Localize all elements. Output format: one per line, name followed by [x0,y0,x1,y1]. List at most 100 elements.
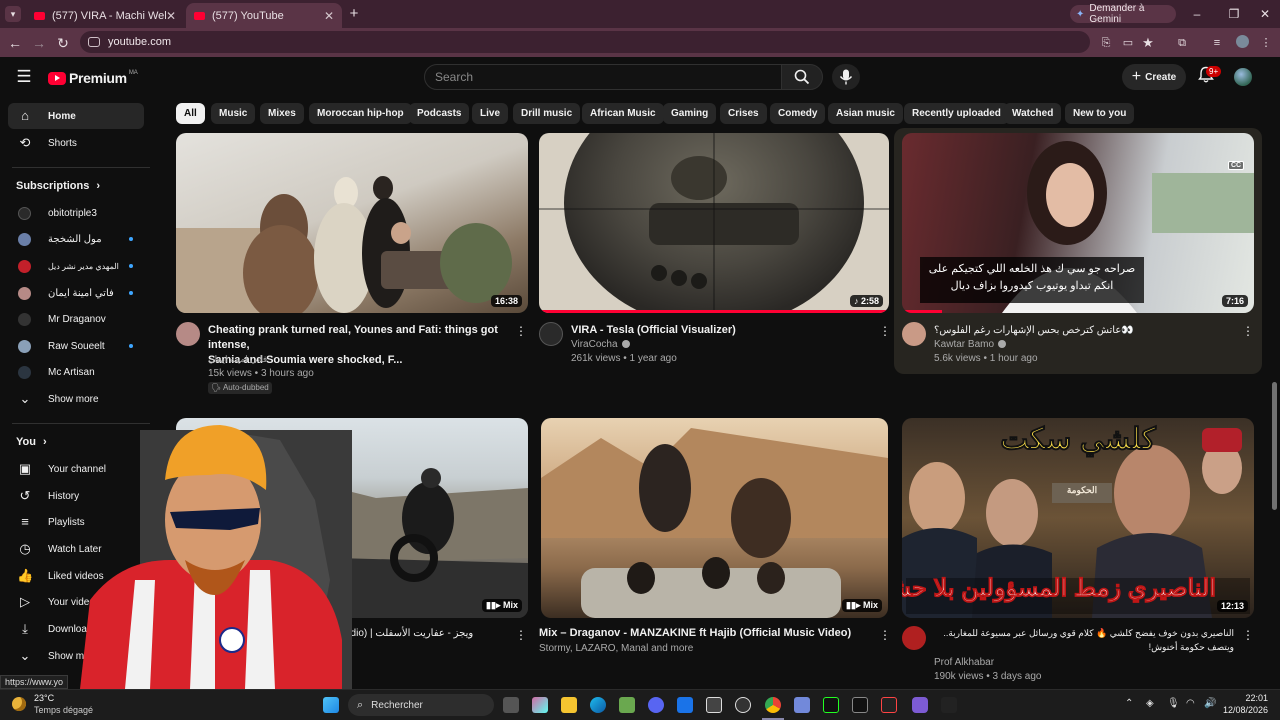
windows-start-icon[interactable] [323,697,339,713]
channel-avatar[interactable] [902,322,926,346]
sidebar-item-subscription[interactable]: مول الشخجة [8,226,144,252]
sidebar-item-subscription[interactable]: Mc Artisan [8,359,144,385]
subscriptions-heading[interactable]: Subscriptions › [16,180,100,192]
hamburger-menu-icon[interactable]: ☰ [14,67,34,87]
video-title[interactable]: Mix – Draganov - MANZAKINE ft Hajib (Off… [539,626,869,641]
gemini-button[interactable]: ✦ Demander à Gemini [1070,3,1176,25]
browser-tab-youtube[interactable]: (577) YouTube ✕ [186,3,342,28]
extensions-icon[interactable]: ⧉ [1174,35,1190,51]
weather-description[interactable]: Temps dégagé [34,705,93,715]
maximize-button[interactable]: ❐ [1224,6,1244,22]
channel-name[interactable]: Kawtar Bamo [934,337,1007,352]
chip-all[interactable]: All [176,103,205,124]
reload-button[interactable]: ↻ [54,34,72,52]
network-icon[interactable]: ◠ [1186,698,1195,709]
clock-date[interactable]: 12/08/2026 [1222,705,1268,715]
channel-name[interactable]: ViraCocha [571,337,630,352]
chip-asian-music[interactable]: Asian music [828,103,903,124]
chip-podcasts[interactable]: Podcasts [409,103,470,124]
translate-icon[interactable]: ⎘ [1098,35,1114,51]
more-actions-icon[interactable]: ⋮ [879,628,891,642]
chip-mixes[interactable]: Mixes [260,103,304,124]
nvidia-icon[interactable] [823,697,839,713]
video-title[interactable]: udio) | ويجز - عفاريت الأسفلت [345,626,525,641]
edge-browser-icon[interactable] [590,697,606,713]
chrome-icon[interactable] [765,697,781,713]
video-title[interactable]: الناصيري بدون خوف يفضح كلشي 🔥 كلام قوي و… [934,626,1234,654]
channel-avatar[interactable] [539,322,563,346]
browser-tab-vira[interactable]: (577) VIRA - Machi Weldi - You ✕ [26,3,184,28]
youtube-premium-logo[interactable]: Premium MA [48,68,138,88]
site-info-icon[interactable] [88,37,100,47]
back-button[interactable]: ← [6,34,24,52]
channel-list[interactable]: Stormy, LAZARO, Manal and more [539,641,693,656]
more-actions-icon[interactable]: ⋮ [1242,324,1254,338]
sidebar-show-more[interactable]: ⌄ Show more [8,386,144,412]
discord-icon[interactable] [648,697,664,713]
more-actions-icon[interactable]: ⋮ [515,628,527,642]
video-title[interactable]: عاتش كترخص بحس الإشهارات رغم الفلوس؟👀 [934,323,1234,338]
task-view-icon[interactable] [503,697,519,713]
copilot-icon[interactable] [532,697,548,713]
chip-drill-music[interactable]: Drill music [513,103,581,124]
tab-list-button[interactable]: ▾ [5,6,21,22]
chip-crises[interactable]: Crises [720,103,767,124]
sidebar-item-shorts[interactable]: ⟲ Shorts [8,130,144,156]
sidebar-item-subscription[interactable]: Raw Soueelt [8,333,144,359]
chip-live[interactable]: Live [472,103,509,124]
more-menu-icon[interactable]: ⋮ [1258,35,1274,51]
minimize-button[interactable]: – [1187,6,1207,22]
account-avatar[interactable] [1234,68,1252,86]
video-thumbnail[interactable]: ▮▮▸ Mix [541,418,888,618]
twitch-icon[interactable] [912,697,928,713]
channel-name[interactable]: Prof Alkhabar [934,655,994,670]
chip-african-music[interactable]: African Music [582,103,664,124]
video-thumbnail[interactable]: كلشي سكت الحكومة الناصيري زمط المسؤولين … [902,418,1254,618]
forward-button[interactable]: → [30,34,48,52]
channel-avatar[interactable] [902,626,926,650]
close-icon[interactable]: ✕ [324,9,334,23]
sidebar-item-home[interactable]: ⌂ Home [8,103,144,129]
app-icon[interactable] [881,697,897,713]
tray-overflow-icon[interactable]: ⌃ [1125,698,1133,709]
channel-avatar[interactable] [176,322,200,346]
screen-capture-icon[interactable] [706,697,722,713]
chip-watched[interactable]: Watched [1004,103,1062,124]
page-scrollbar-thumb[interactable] [1272,382,1277,510]
video-thumbnail[interactable]: صراحه جو سي ك هذ الخلعه اللي كتجيكم على … [902,133,1254,313]
address-bar[interactable]: youtube.com [80,31,1090,53]
sidebar-item-subscription[interactable]: المهدي مدير نشر ديل [8,253,144,279]
create-button[interactable]: + Create [1122,64,1186,90]
new-tab-button[interactable]: + [345,5,363,23]
store-icon[interactable] [619,697,635,713]
cast-icon[interactable]: ▭ [1120,35,1136,51]
chip-gaming[interactable]: Gaming [663,103,717,124]
taskbar-search-box[interactable]: ⌕ Rechercher [348,694,494,716]
more-actions-icon[interactable]: ⋮ [879,324,891,338]
reading-list-icon[interactable]: ≡ [1209,35,1225,51]
game-launcher-icon[interactable] [794,697,810,713]
volume-icon[interactable]: 🔊 [1204,698,1216,709]
channel-name[interactable]: فاتي امينة ايمان [208,352,267,367]
video-thumbnail[interactable]: 16:38 [176,133,528,313]
video-title[interactable]: VIRA - Tesla (Official Visualizer) [571,323,871,338]
chip-comedy[interactable]: Comedy [770,103,826,124]
more-actions-icon[interactable]: ⋮ [1242,628,1254,642]
profile-icon[interactable] [1234,35,1250,51]
video-thumbnail[interactable]: ♪ 2:58 [539,133,889,313]
you-heading[interactable]: You › [16,436,47,448]
bookmark-star-icon[interactable]: ★ [1140,35,1156,51]
weather-temperature[interactable]: 23°C [34,693,54,703]
more-actions-icon[interactable]: ⋮ [515,324,527,338]
search-input[interactable]: Search [424,64,782,90]
mail-icon[interactable] [677,697,693,713]
microphone-icon[interactable]: 🎙 [1167,698,1180,709]
chip-recently-uploaded[interactable]: Recently uploaded [904,103,1009,124]
search-button[interactable] [781,64,823,90]
app-icon[interactable] [852,697,868,713]
sidebar-item-subscription[interactable]: Mr Draganov [8,306,144,332]
sidebar-item-subscription[interactable]: فاتي امينة ايمان [8,280,144,306]
sidebar-item-subscription[interactable]: obitotriple3 [8,200,144,226]
clock-time[interactable]: 22:01 [1222,693,1268,703]
close-icon[interactable]: ✕ [166,9,176,23]
